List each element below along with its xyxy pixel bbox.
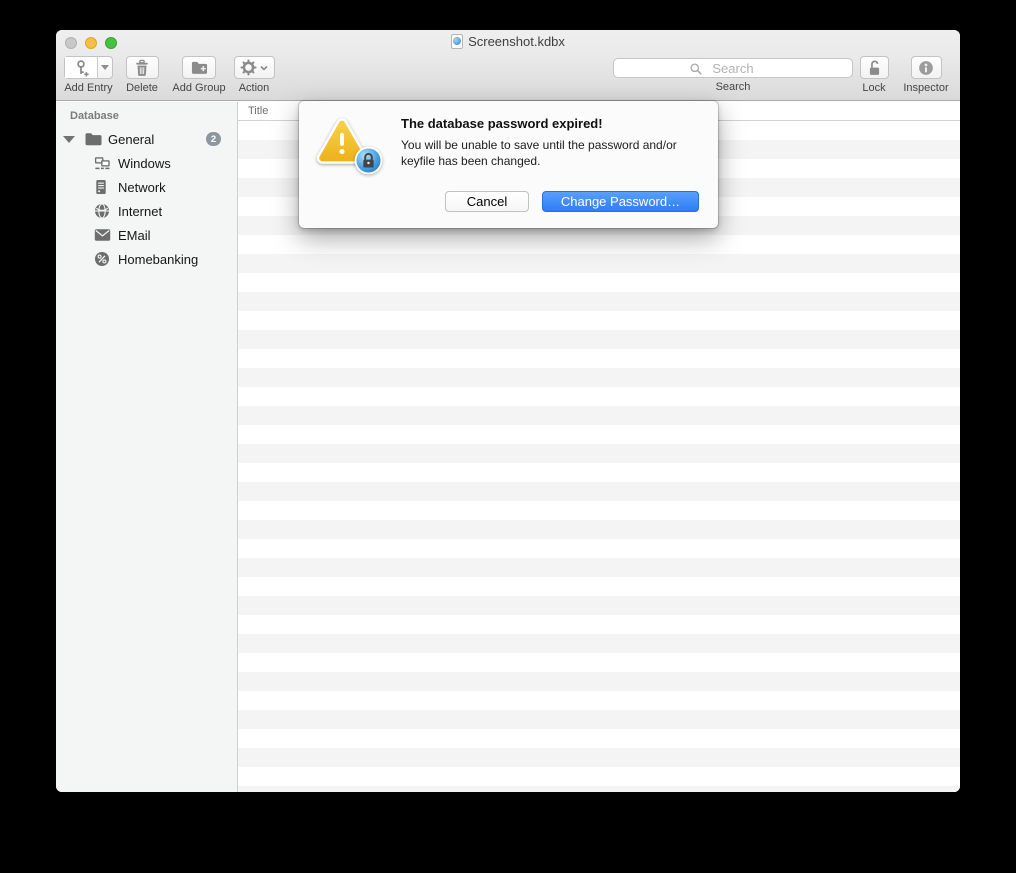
search-field[interactable] [613, 58, 853, 78]
document-icon [451, 33, 464, 49]
sidebar-item-email[interactable]: EMail [56, 223, 237, 247]
trash-icon [136, 59, 148, 76]
sidebar-group-label: General [108, 131, 155, 147]
add-group-label: Add Group [172, 82, 226, 94]
window-title-area: Screenshot.kdbx [56, 30, 960, 52]
search-label: Search [715, 81, 751, 93]
envelope-icon [94, 229, 111, 242]
search-item: Search [613, 56, 853, 93]
inspector-label: Inspector [903, 82, 949, 94]
key-plus-icon [65, 57, 97, 78]
window-title: Screenshot.kdbx [468, 33, 565, 49]
search-input[interactable] [614, 59, 852, 77]
action-item: Action [230, 56, 278, 94]
sidebar-item-label: Homebanking [118, 251, 199, 267]
add-entry-item: Add Entry [64, 56, 113, 94]
globe-icon [94, 203, 110, 219]
lock-item: Lock [856, 56, 892, 94]
dialog-text: The database password expired! You will … [401, 116, 707, 169]
action-label: Action [238, 82, 270, 94]
change-password-button[interactable]: Change Password… [542, 191, 699, 212]
folder-plus-icon [191, 61, 207, 74]
percent-icon [94, 251, 110, 267]
window-chrome: Screenshot.kdbx Add Entry Delete Add Gro… [56, 30, 960, 101]
sidebar: Database General 2 Windows Network Inter… [56, 102, 238, 792]
inspector-button[interactable] [910, 56, 942, 79]
toolbar: Add Entry Delete Add Group Action Search… [56, 52, 960, 101]
add-entry-dropdown[interactable] [97, 57, 112, 78]
lock-label: Lock [862, 82, 886, 94]
disclosure-triangle-icon[interactable] [63, 135, 75, 143]
cancel-button[interactable]: Cancel [445, 191, 529, 212]
add-entry-label: Add Entry [64, 82, 113, 94]
add-entry-button[interactable] [64, 56, 113, 79]
sidebar-group-general[interactable]: General 2 [56, 128, 237, 150]
sidebar-item-windows[interactable]: Windows [56, 151, 237, 175]
warning-triangle-lock-icon [316, 115, 386, 181]
entry-count-badge: 2 [206, 132, 221, 146]
sidebar-item-network[interactable]: Network [56, 175, 237, 199]
add-group-button[interactable] [182, 56, 216, 79]
sidebar-item-label: Network [118, 179, 166, 195]
gear-icon [240, 59, 257, 76]
delete-label: Delete [126, 82, 158, 94]
sidebar-section-header: Database [70, 110, 119, 122]
server-icon [94, 179, 108, 195]
inspector-item: Inspector [903, 56, 949, 94]
chevron-down-icon [260, 65, 268, 71]
titlebar[interactable]: Screenshot.kdbx [56, 30, 960, 52]
sidebar-item-internet[interactable]: Internet [56, 199, 237, 223]
lock-button[interactable] [859, 56, 889, 79]
dialog-title: The database password expired! [401, 116, 603, 131]
delete-item: Delete [120, 56, 164, 94]
folder-icon [85, 133, 102, 146]
action-button[interactable] [233, 56, 275, 79]
sidebar-item-label: Internet [118, 203, 163, 219]
workstations-icon [94, 155, 111, 171]
sidebar-item-label: Windows [118, 155, 171, 171]
delete-button[interactable] [125, 56, 159, 79]
add-group-item: Add Group [168, 56, 230, 94]
sidebar-item-label: EMail [118, 227, 151, 243]
dialog-message: You will be unable to save until the pas… [401, 138, 677, 168]
sidebar-item-homebanking[interactable]: Homebanking [56, 247, 237, 271]
caret-down-icon [101, 65, 109, 70]
info-icon [919, 60, 933, 75]
password-expired-dialog: The database password expired! You will … [299, 101, 718, 228]
open-padlock-icon [869, 60, 879, 75]
